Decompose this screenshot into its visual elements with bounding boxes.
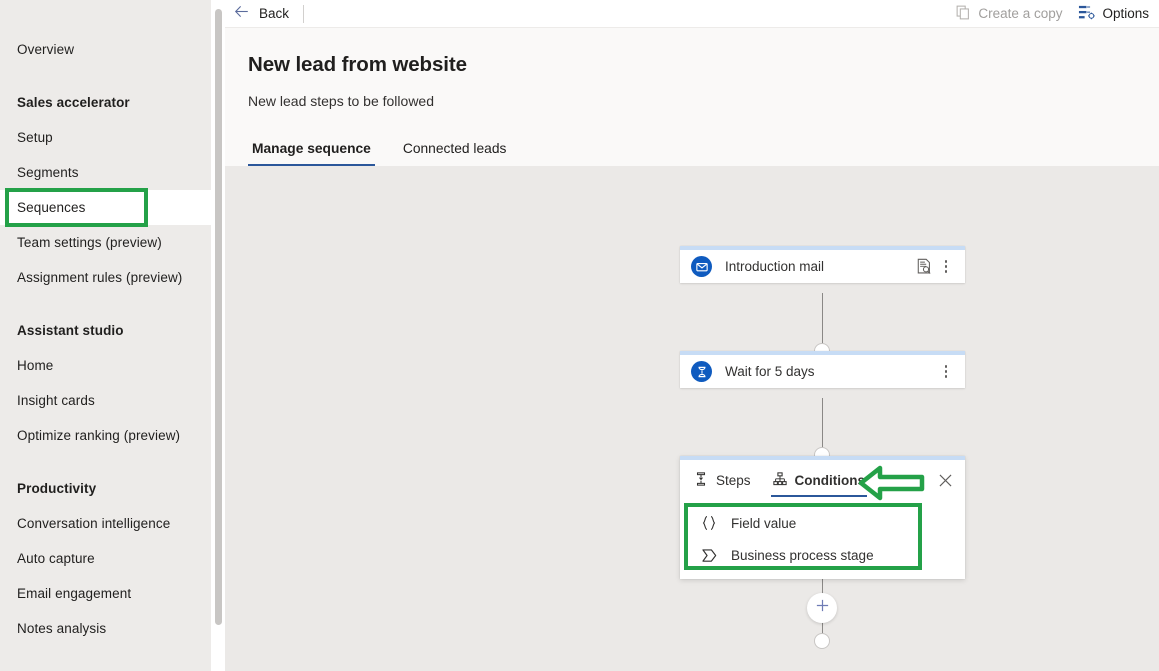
tab-bar: Manage sequence Connected leads [248,141,510,166]
kebab-dots [945,260,948,273]
sequence-canvas: Introduction mail [225,166,1159,671]
sidebar-item-assignment-rules[interactable]: Assignment rules (preview) [0,260,211,295]
flow-step-label: Introduction mail [725,259,913,274]
sidebar-item-optimize-ranking[interactable]: Optimize ranking (preview) [0,418,211,453]
sidebar: Overview Sales accelerator Setup Segment… [0,0,211,671]
back-button[interactable]: Back [225,0,303,28]
flyout-tab-steps-label: Steps [716,473,751,488]
sidebar-gap-3 [0,453,211,471]
flyout-condition-list: Field value Business process stage [680,501,965,579]
tab-connected-leads[interactable]: Connected leads [399,141,511,166]
options-icon [1078,4,1095,24]
more-vertical-icon[interactable] [935,361,957,383]
add-step-button[interactable] [807,593,837,623]
page-title: New lead from website [248,28,1159,77]
more-vertical-icon[interactable] [935,256,957,278]
sidebar-item-conversation-intelligence[interactable]: Conversation intelligence [0,506,211,541]
sidebar-header-productivity: Productivity [0,471,211,506]
sidebar-scrollbar[interactable] [215,9,222,625]
sidebar-group-productivity: Productivity Conversation intelligence A… [0,471,211,646]
page-subtitle: New lead steps to be followed [248,77,1159,109]
sidebar-top-spacer [0,0,211,32]
options-button[interactable]: Options [1078,0,1149,28]
sidebar-item-email-engagement[interactable]: Email engagement [0,576,211,611]
command-bar: Back Create a copy [225,0,1159,28]
flyout-item-label: Business process stage [731,548,874,563]
flyout-item-field-value[interactable]: Field value [680,507,965,539]
back-button-label: Back [259,6,289,21]
hourglass-icon [691,361,712,382]
arrow-left-icon [233,3,250,25]
flyout-tab-bar: Steps Conditions [680,460,965,501]
conditions-hierarchy-icon [773,472,787,489]
flyout-item-business-process-stage[interactable]: Business process stage [680,539,965,571]
sidebar-item-segments[interactable]: Segments [0,155,211,190]
preview-document-icon[interactable] [913,256,935,278]
sidebar-item-insight-cards[interactable]: Insight cards [0,383,211,418]
sidebar-item-home[interactable]: Home [0,348,211,383]
add-step-flyout: Steps Conditions [680,456,965,579]
create-a-copy-button[interactable]: Create a copy [956,0,1062,28]
sidebar-item-setup[interactable]: Setup [0,120,211,155]
sidebar-group-sales-accelerator: Sales accelerator Setup Segments Sequenc… [0,85,211,295]
command-bar-right-group: Create a copy Options [956,0,1159,28]
app-root: Overview Sales accelerator Setup Segment… [0,0,1159,671]
flyout-tab-steps[interactable]: Steps [694,460,751,501]
flyout-tab-conditions-label: Conditions [795,473,866,488]
command-bar-separator [303,5,304,23]
page-header: New lead from website New lead steps to … [225,28,1159,166]
mail-icon [691,256,712,277]
close-icon[interactable] [931,467,959,495]
sidebar-item-team-settings[interactable]: Team settings (preview) [0,225,211,260]
copy-icon [956,5,971,23]
flow-step-label: Wait for 5 days [725,364,935,379]
flyout-item-label: Field value [731,516,796,531]
sidebar-header-sales-accelerator: Sales accelerator [0,85,211,120]
sidebar-item-sequences[interactable]: Sequences [0,190,211,225]
tab-manage-sequence[interactable]: Manage sequence [248,141,375,166]
main-content: Back Create a copy [225,0,1159,671]
sidebar-item-notes-analysis[interactable]: Notes analysis [0,611,211,646]
plus-icon [815,598,830,618]
sidebar-group-general: Overview [0,32,211,67]
chevron-shape-icon [700,548,718,563]
flow-step-card-introduction-mail[interactable]: Introduction mail [680,246,965,283]
sidebar-item-overview[interactable]: Overview [0,32,211,67]
steps-icon [694,472,708,489]
curly-braces-icon [700,515,718,531]
create-a-copy-label: Create a copy [978,6,1062,21]
sidebar-gap-2 [0,295,211,313]
sidebar-header-assistant-studio: Assistant studio [0,313,211,348]
sidebar-gap-1 [0,67,211,85]
sidebar-item-auto-capture[interactable]: Auto capture [0,541,211,576]
kebab-dots [945,365,948,378]
connector-node-3[interactable] [814,633,830,649]
flyout-tab-conditions[interactable]: Conditions [773,460,866,501]
sidebar-group-assistant-studio: Assistant studio Home Insight cards Opti… [0,313,211,453]
options-label: Options [1102,6,1149,21]
flow-step-card-wait-for-5-days[interactable]: Wait for 5 days [680,351,965,388]
